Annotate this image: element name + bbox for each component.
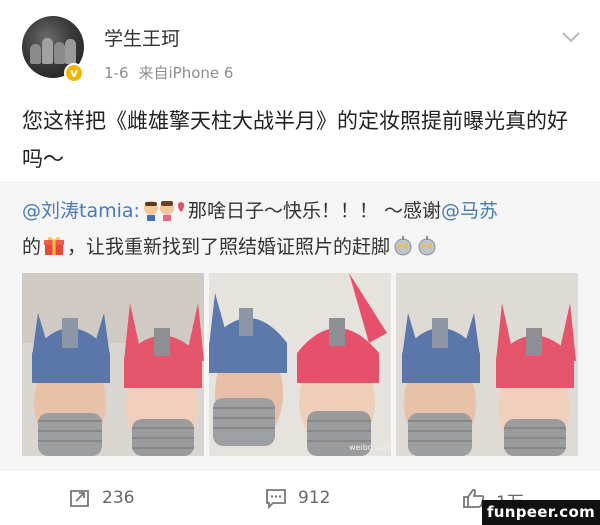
- comment-button[interactable]: 912: [264, 485, 374, 511]
- gift-icon: [44, 237, 65, 255]
- site-logo: funpeer.com: [482, 500, 600, 525]
- repost-text-1: 那啥日子～快乐！！！ ～感谢: [187, 200, 441, 222]
- post-source: 来自iPhone 6: [138, 64, 234, 82]
- post-meta: 1-6 来自iPhone 6: [104, 62, 233, 83]
- watermark: weibo.com: [349, 443, 391, 452]
- mention-ma-su[interactable]: @马苏: [441, 200, 498, 222]
- comment-count: 912: [298, 488, 331, 508]
- couple-emoji-icon: [143, 201, 184, 221]
- repost-text: @刘涛tamia: 那啥日子～快乐！！！ ～感谢@马苏的 ，让我重新找到了照结婚…: [22, 193, 582, 265]
- mention-user[interactable]: @刘涛tamia:: [22, 200, 140, 222]
- repost-photo-2[interactable]: weibo.com: [209, 273, 391, 456]
- comment-icon: [266, 489, 286, 509]
- repost-photo-3[interactable]: [396, 273, 578, 456]
- repost-text-3: ，让我重新找到了照结婚证照片的赶脚: [67, 236, 391, 258]
- repost-photo-1[interactable]: [22, 273, 204, 456]
- post-text: 您这样把《雌雄擎天柱大战半月》的定妆照提前曝光真的好吗～: [22, 109, 568, 171]
- username[interactable]: 学生王珂: [104, 24, 180, 51]
- repost-button[interactable]: 236: [68, 485, 178, 511]
- robot-emoji-icon: [394, 236, 436, 256]
- chevron-down-icon[interactable]: [556, 26, 586, 48]
- avatar-figures: [30, 34, 76, 64]
- post-header: v 学生王珂 1-6 来自iPhone 6: [0, 0, 600, 90]
- verified-badge-icon: v: [64, 63, 84, 83]
- repost-count: 236: [102, 488, 135, 508]
- repost-icon: [70, 490, 89, 507]
- post-date: 1-6: [104, 64, 129, 82]
- repost-text-2: 的: [22, 236, 42, 258]
